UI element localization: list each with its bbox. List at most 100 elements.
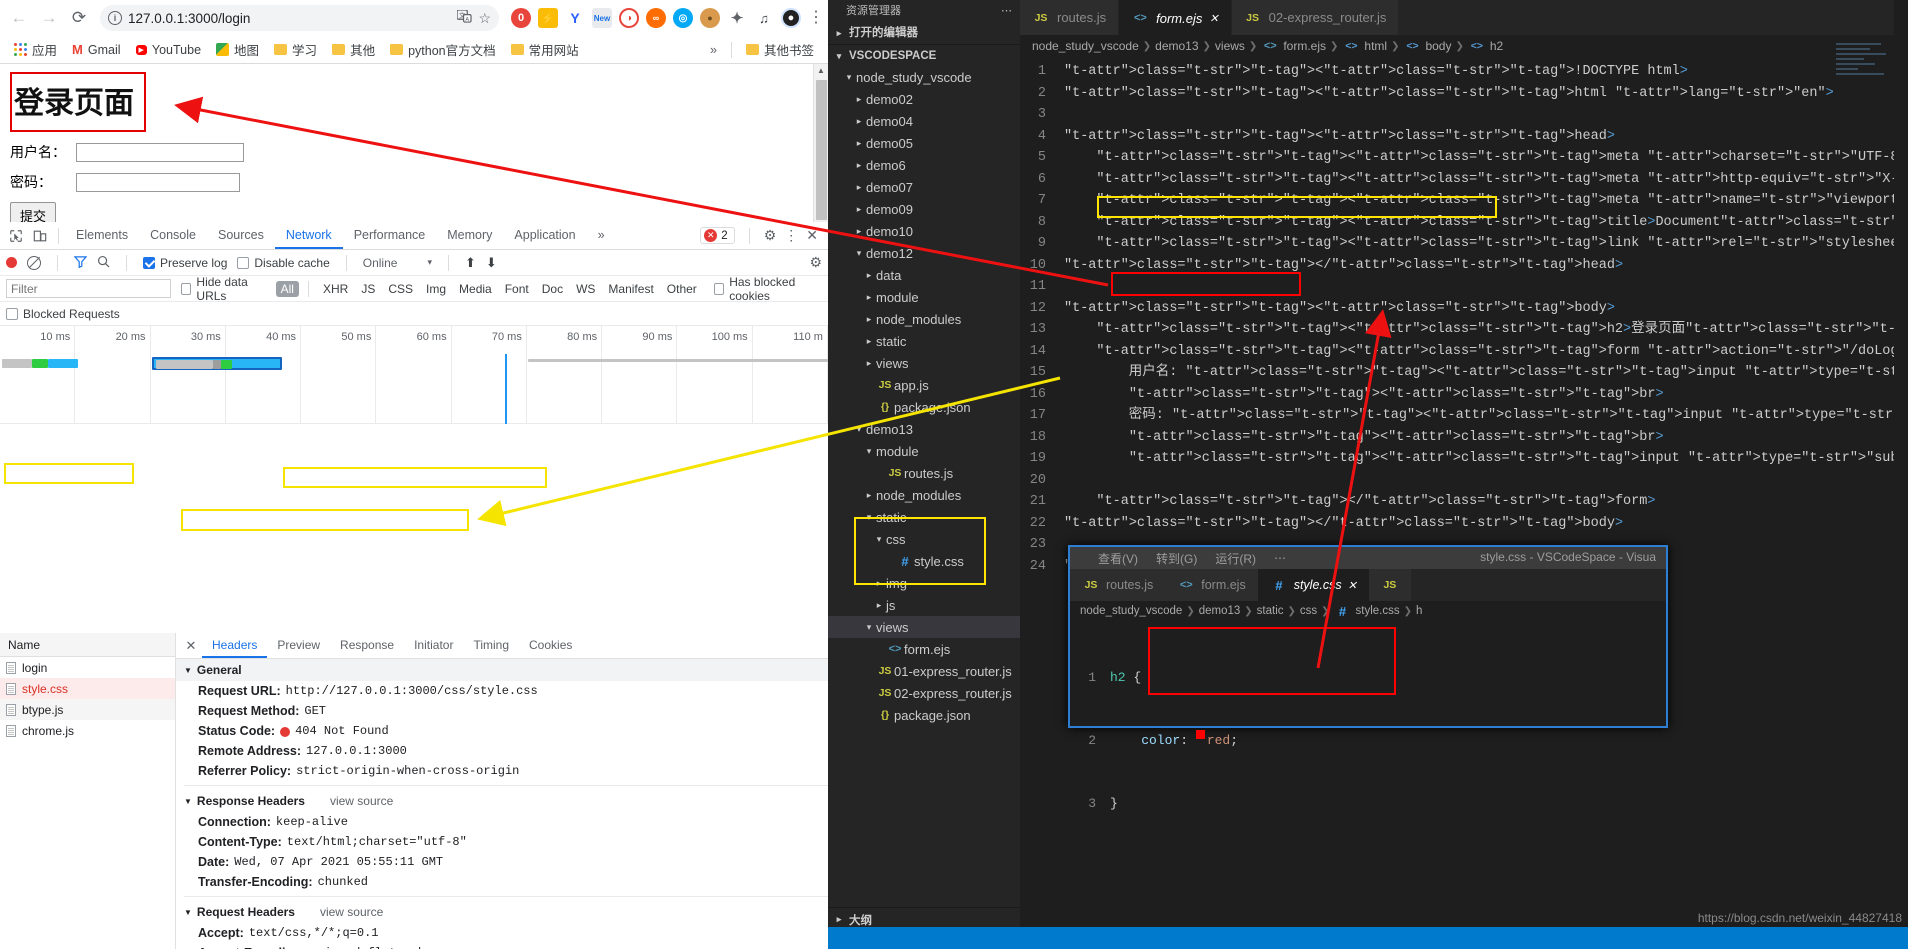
circle-extension-icon[interactable]: ◑ (619, 8, 639, 28)
puzzle-extension-icon[interactable]: ✦ (727, 8, 747, 28)
tree-item-node-study-vscode[interactable]: ▾ node_study_vscode (828, 66, 1020, 88)
new-extension-icon[interactable]: New (592, 8, 612, 28)
menu-goto[interactable]: 转到(G) (1156, 550, 1197, 567)
tree-item-routes-js[interactable]: JS routes.js (828, 462, 1020, 484)
breadcrumb-item[interactable]: views (1215, 39, 1245, 53)
infinity-extension-icon[interactable]: ∞ (646, 8, 666, 28)
address-bar[interactable]: i 127.0.0.1:3000/login 文A ☆ (100, 5, 499, 31)
breadcrumb-item[interactable]: style.css (1356, 605, 1400, 617)
devtools-close-icon[interactable]: ✕ (806, 227, 818, 244)
y-extension-icon[interactable]: Y (565, 8, 585, 28)
editor-minimap[interactable] (1836, 40, 1892, 100)
back-icon[interactable]: ← (6, 5, 32, 31)
network-settings-icon[interactable]: ⚙ (809, 254, 822, 271)
editor-tab-routes-js[interactable]: JS routes.js (1020, 0, 1120, 35)
tree-item-demo6[interactable]: ▸ demo6 (828, 154, 1020, 176)
throttle-select[interactable]: Online ▾ (363, 256, 432, 270)
devtools-more-icon[interactable]: ⋮ (784, 227, 798, 244)
table-row[interactable]: btype.js (0, 699, 175, 720)
breadcrumb-item[interactable]: static (1257, 605, 1284, 617)
requests-column-header[interactable]: Name (0, 633, 175, 657)
disable-cache-checkbox[interactable]: Disable cache (237, 256, 330, 270)
tree-item-form-ejs[interactable]: <> form.ejs (828, 638, 1020, 660)
tree-item-demo09[interactable]: ▸ demo09 (828, 198, 1020, 220)
workspace-section[interactable]: ▾ VSCODESPACE (828, 44, 1020, 66)
tree-item-img[interactable]: ▸ img (828, 572, 1020, 594)
hide-data-urls-checkbox[interactable]: Hide data URLs (181, 275, 268, 303)
tree-item-node-modules[interactable]: ▸ node_modules (828, 484, 1020, 506)
detail-tab-preview[interactable]: Preview (267, 633, 330, 658)
floating-vscode-window[interactable]: 查看(V) 转到(G) 运行(R) ⋯ style.css - VSCodeSp… (1068, 545, 1668, 811)
tree-item-style-css[interactable]: # style.css (828, 550, 1020, 572)
tree-item-css[interactable]: ▾ css (828, 528, 1020, 550)
type-filter-other[interactable]: Other (662, 281, 702, 297)
close-icon[interactable]: ✕ (1209, 12, 1218, 25)
bookmark-star-icon[interactable]: ☆ (478, 10, 491, 27)
bookmark-other[interactable]: 其他 (326, 37, 381, 62)
tree-item-module[interactable]: ▸ module (828, 286, 1020, 308)
error-count-badge[interactable]: ✕ 2 (700, 227, 735, 244)
editor-tab-02-express-router-js[interactable]: JS 02-express_router.js (1231, 0, 1400, 35)
bookmark-study[interactable]: 学习 (268, 37, 323, 62)
breadcrumb-item[interactable]: css (1300, 605, 1317, 617)
type-filter-xhr[interactable]: XHR (318, 281, 353, 297)
bookmark-apps[interactable]: 应用 (8, 37, 63, 62)
tree-item-02-express-router-js[interactable]: JS 02-express_router.js (828, 682, 1020, 704)
float-tab-routes-js[interactable]: JS routes.js (1070, 569, 1166, 601)
inspect-element-icon[interactable] (4, 225, 28, 247)
scroll-up-icon[interactable]: ▲ (814, 64, 828, 78)
opera-extension-icon[interactable]: 0 (511, 8, 531, 28)
type-filter-font[interactable]: Font (500, 281, 534, 297)
breadcrumb-item[interactable]: demo13 (1199, 605, 1241, 617)
tree-item-demo10[interactable]: ▸ demo10 (828, 220, 1020, 242)
tree-item-demo02[interactable]: ▸ demo02 (828, 88, 1020, 110)
tree-item-demo12[interactable]: ▾ demo12 (828, 242, 1020, 264)
breadcrumb-item[interactable]: html (1364, 39, 1387, 53)
bookmark-gmail[interactable]: M Gmail (66, 39, 127, 60)
tree-item-module[interactable]: ▾ module (828, 440, 1020, 462)
tree-item-data[interactable]: ▸ data (828, 264, 1020, 286)
bookmark-common-sites[interactable]: 常用网站 (505, 37, 585, 62)
bookmark-other-bookmarks[interactable]: 其他书签 (740, 37, 820, 62)
tree-item-demo04[interactable]: ▸ demo04 (828, 110, 1020, 132)
table-row[interactable]: style.css (0, 678, 175, 699)
code-editor[interactable]: 1 "t-attr">class="t-str">"t-tag"><"t-attr… (1020, 57, 1908, 577)
floating-code-editor[interactable]: 1 h2 { 2 color: red; 3} (1070, 621, 1666, 856)
table-row[interactable]: login (0, 657, 175, 678)
playlist-extension-icon[interactable]: ♫ (754, 8, 774, 28)
breadcrumb-item[interactable]: body (1425, 39, 1451, 53)
devtools-tab-elements[interactable]: Elements (65, 222, 139, 249)
preserve-log-checkbox[interactable]: Preserve log (143, 256, 227, 270)
breadcrumb-item[interactable]: form.ejs (1283, 39, 1326, 53)
bookmarks-overflow[interactable]: » (704, 40, 723, 60)
bookmark-maps[interactable]: 地图 (210, 37, 265, 62)
has-blocked-cookies-checkbox[interactable]: Has blocked cookies (713, 275, 822, 303)
breadcrumb-item[interactable]: demo13 (1155, 39, 1198, 53)
export-har-icon[interactable]: ⬇ (486, 255, 497, 271)
blocked-requests-checkbox[interactable]: Blocked Requests (6, 307, 120, 321)
scrollbar-thumb[interactable] (816, 80, 827, 220)
explorer-more-icon[interactable]: ⋯ (1001, 0, 1012, 22)
menu-view[interactable]: 查看(V) (1098, 550, 1138, 567)
detail-tab-headers[interactable]: Headers (202, 633, 268, 658)
devtools-tab-performance[interactable]: Performance (343, 222, 437, 249)
tree-item-demo13[interactable]: ▾ demo13 (828, 418, 1020, 440)
tree-item-node-modules[interactable]: ▸ node_modules (828, 308, 1020, 330)
record-icon[interactable] (6, 257, 17, 268)
type-filter-img[interactable]: Img (421, 281, 451, 297)
float-tab-js[interactable]: JS (1368, 569, 1411, 601)
float-tab-style-css[interactable]: # style.css ✕ (1257, 569, 1369, 601)
type-filter-js[interactable]: JS (356, 281, 380, 297)
float-tab-form-ejs[interactable]: <> form.ejs (1165, 569, 1258, 601)
type-filter-ws[interactable]: WS (571, 281, 600, 297)
tree-item-package-json[interactable]: {} package.json (828, 396, 1020, 418)
password-input[interactable] (76, 172, 240, 192)
cookie-extension-icon[interactable]: ● (700, 8, 720, 28)
bookmark-youtube[interactable]: ▶ YouTube (130, 40, 208, 60)
detail-tab-timing[interactable]: Timing (463, 633, 519, 658)
detail-tab-initiator[interactable]: Initiator (404, 633, 463, 658)
devtools-tab-console[interactable]: Console (139, 222, 207, 249)
lightning-extension-icon[interactable]: ⚡ (538, 8, 558, 28)
table-row[interactable]: chrome.js (0, 720, 175, 741)
tree-item-app-js[interactable]: JS app.js (828, 374, 1020, 396)
